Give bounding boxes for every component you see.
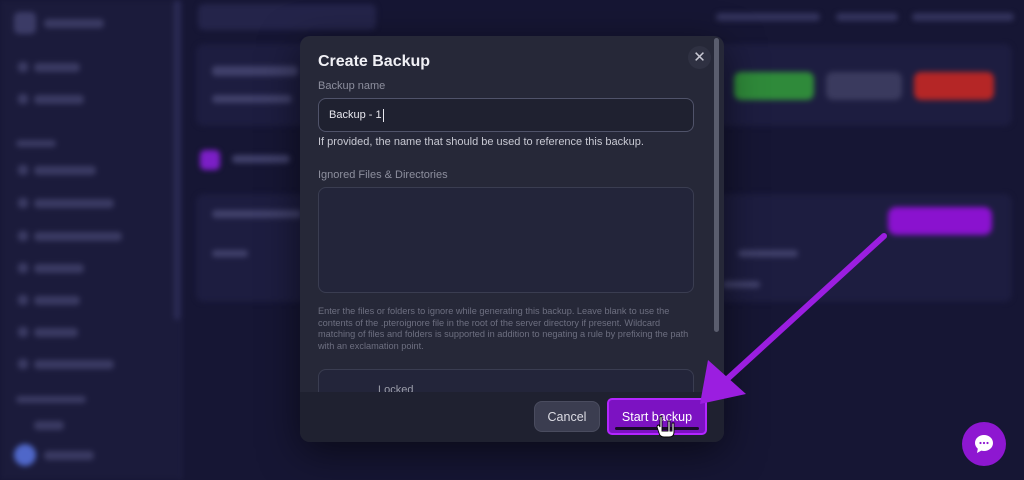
start-backup-button[interactable]: Start backup	[607, 398, 707, 435]
sidebar-scrollbar[interactable]	[174, 0, 180, 320]
close-icon: ✕	[693, 49, 706, 66]
backup-name-value: Backup - 1	[329, 109, 382, 121]
sidebar-item[interactable]	[34, 166, 96, 175]
topbar-link[interactable]	[912, 13, 1014, 21]
backup-name-label: Backup name	[318, 80, 386, 92]
sidebar-icon	[18, 263, 28, 273]
sidebar-item[interactable]	[34, 95, 84, 104]
button-underline	[615, 427, 699, 430]
modal-title: Create Backup	[318, 53, 431, 70]
restart-server-button[interactable]	[826, 72, 902, 100]
sidebar-item[interactable]	[34, 421, 64, 430]
sidebar-icon	[18, 198, 28, 208]
modal-scrollbar[interactable]	[714, 38, 719, 332]
sidebar-item[interactable]	[34, 232, 122, 241]
create-backup-button[interactable]	[888, 207, 992, 235]
table-cell	[722, 281, 760, 288]
sidebar-item[interactable]	[34, 328, 78, 337]
start-backup-label: Start backup	[621, 409, 693, 424]
topbar-link[interactable]	[716, 13, 820, 21]
sidebar-icon	[18, 62, 28, 72]
sidebar-item[interactable]	[34, 264, 84, 273]
sidebar-icon	[18, 327, 28, 337]
text-caret	[382, 108, 384, 122]
ignored-files-label: Ignored Files & Directories	[318, 169, 448, 181]
sidebar	[0, 0, 182, 480]
sidebar-icon	[18, 231, 28, 241]
chat-bubble-icon	[975, 435, 993, 453]
backup-name-help: If provided, the name that should be use…	[318, 136, 644, 148]
tab-backups[interactable]	[232, 155, 290, 163]
start-server-button[interactable]	[734, 72, 814, 100]
backup-tab-icon	[200, 150, 220, 170]
ignored-files-help: Enter the files or folders to ignore whi…	[318, 306, 689, 351]
column-header	[738, 250, 798, 257]
server-selector[interactable]	[198, 4, 376, 30]
sidebar-icon	[18, 359, 28, 369]
sidebar-item[interactable]	[34, 63, 80, 72]
modal-footer: Cancel Start backup	[300, 392, 724, 442]
cancel-button[interactable]: Cancel	[534, 401, 600, 432]
user-name	[44, 451, 94, 460]
sidebar-item[interactable]	[34, 199, 114, 208]
sidebar-icon	[18, 165, 28, 175]
sidebar-section	[16, 396, 86, 403]
sidebar-item[interactable]	[34, 360, 114, 369]
backups-heading	[212, 210, 302, 218]
chat-button[interactable]	[962, 422, 1006, 466]
sidebar-icon	[18, 94, 28, 104]
logo-icon	[14, 12, 36, 34]
sidebar-section	[16, 140, 56, 147]
stop-server-button[interactable]	[914, 72, 994, 100]
sidebar-item[interactable]	[34, 296, 80, 305]
close-button[interactable]: ✕	[688, 46, 711, 69]
server-name	[212, 66, 298, 76]
topbar-link[interactable]	[836, 13, 898, 21]
create-backup-modal: Create Backup ✕ Backup name Backup - 1 I…	[300, 36, 724, 442]
avatar[interactable]	[14, 444, 36, 466]
sidebar-brand	[44, 19, 104, 28]
sidebar-icon	[18, 295, 28, 305]
column-header	[212, 250, 248, 257]
server-address	[212, 95, 292, 103]
backup-name-input[interactable]: Backup - 1	[318, 98, 694, 132]
ignored-files-textarea[interactable]	[318, 187, 694, 293]
